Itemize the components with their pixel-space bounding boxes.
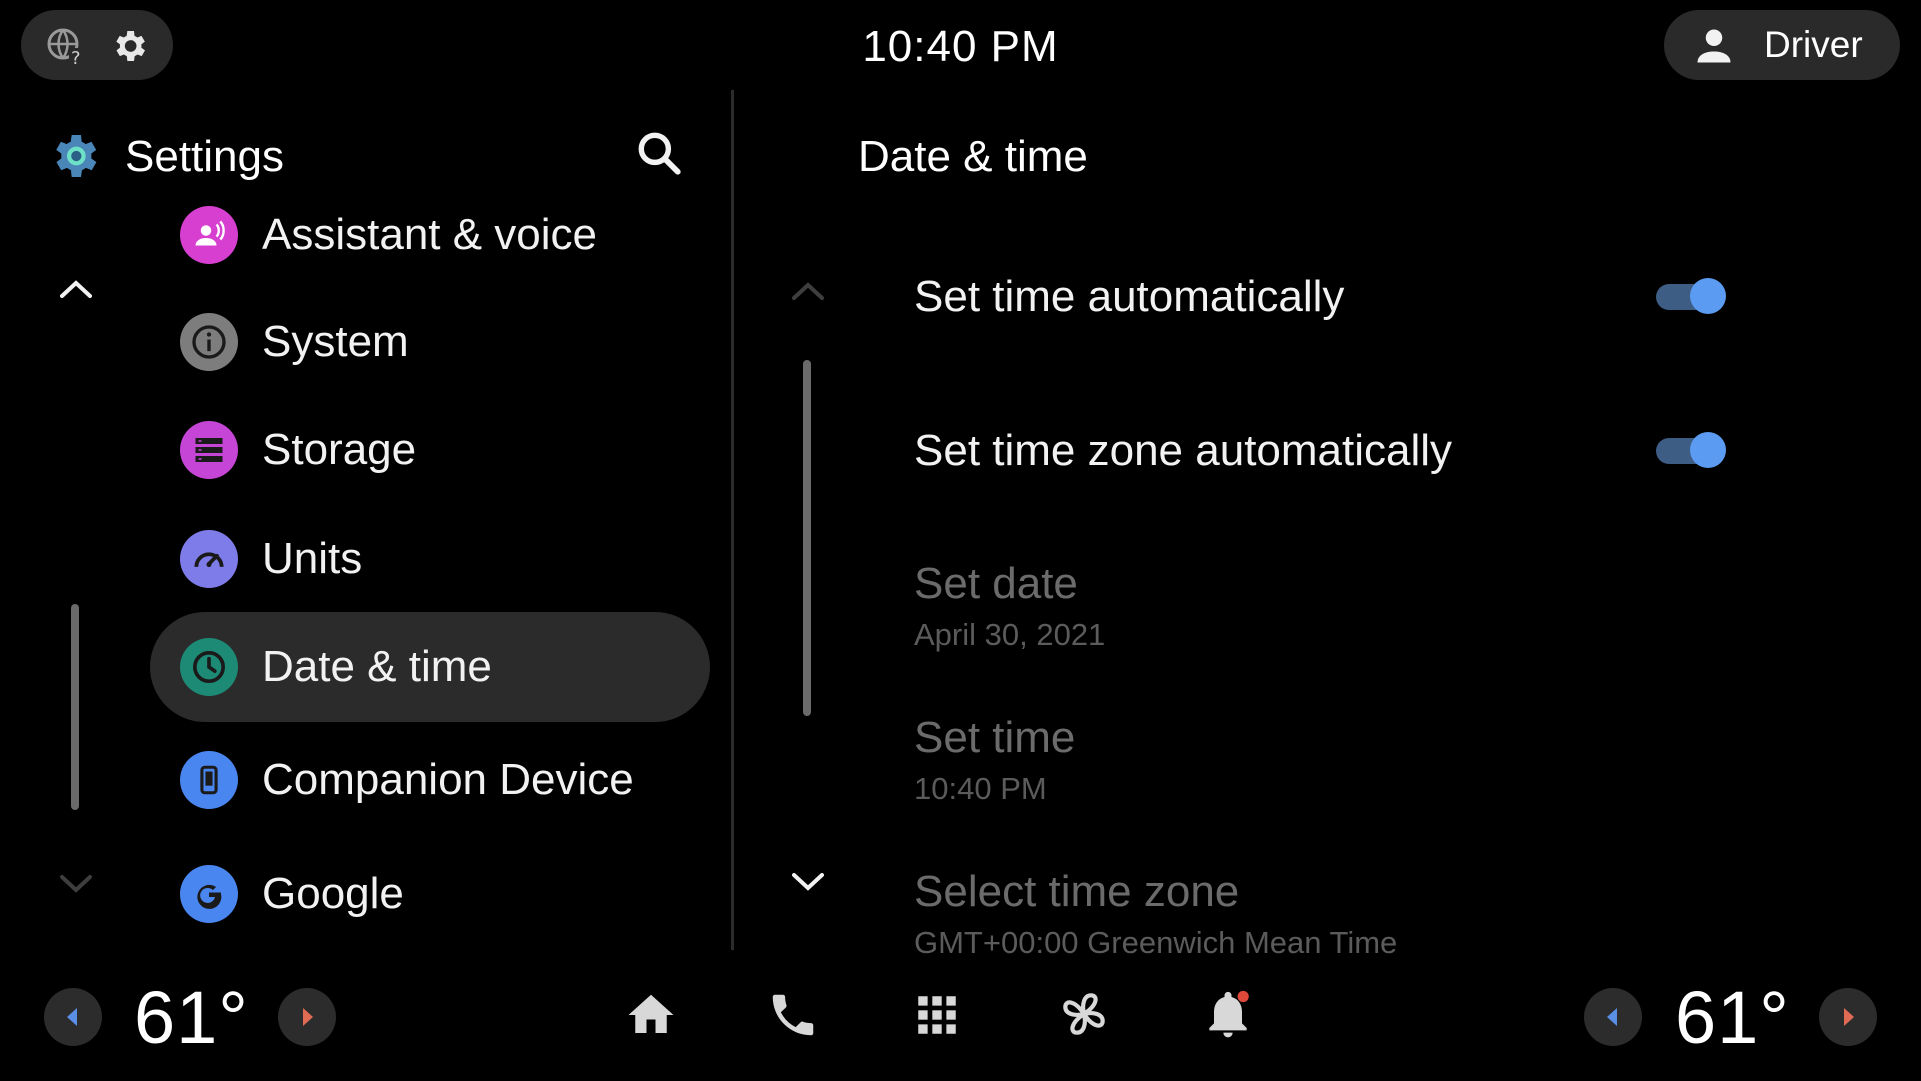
pref-title: Set time <box>914 713 1076 762</box>
right-temp-up-button[interactable] <box>1819 988 1877 1046</box>
arrow-right-icon <box>303 1008 313 1026</box>
clock-icon <box>180 638 238 696</box>
left-temperature: 61° <box>134 976 249 1059</box>
pref-summary: 10:40 PM <box>914 771 1047 806</box>
settings-scrollbar[interactable] <box>71 604 79 810</box>
left-temp-up-button[interactable] <box>278 988 336 1046</box>
person-icon <box>1692 24 1736 68</box>
pref-summary: GMT+00:00 Greenwich Mean Time <box>914 925 1398 960</box>
pref-set-time-zone-automatically[interactable]: Set time zone automatically <box>914 426 1452 476</box>
search-icon[interactable] <box>634 128 684 178</box>
pref-set-time: Set time 10:40 PM <box>914 713 1075 807</box>
pane-divider <box>731 90 734 950</box>
arrow-right-icon <box>1844 1008 1854 1026</box>
settings-item-label: System <box>262 317 409 366</box>
toggle-knob <box>1690 278 1726 314</box>
detail-scroll-down-icon[interactable] <box>788 866 828 896</box>
set-time-auto-toggle[interactable] <box>1656 278 1726 314</box>
phone-device-icon <box>180 751 238 809</box>
settings-item-label: Units <box>262 534 363 583</box>
info-icon <box>180 313 238 371</box>
google-icon <box>180 865 238 923</box>
settings-item-label: Companion Device <box>262 755 634 804</box>
settings-item-google[interactable]: Google <box>150 844 710 944</box>
pref-title: Select time zone <box>914 867 1240 916</box>
pref-title: Set time zone automatically <box>914 426 1453 475</box>
settings-app-icon <box>46 128 102 184</box>
scroll-up-icon[interactable] <box>56 274 96 304</box>
pref-set-time-automatically[interactable]: Set time automatically <box>914 272 1344 322</box>
settings-item-date-time[interactable]: Date & time <box>150 612 710 722</box>
phone-icon[interactable] <box>766 988 820 1042</box>
right-temperature: 61° <box>1675 976 1790 1059</box>
scroll-down-icon[interactable] <box>56 868 96 898</box>
settings-item-companion-device[interactable]: Companion Device <box>150 730 710 830</box>
settings-item-assistant-voice[interactable]: Assistant & voice <box>150 185 710 285</box>
storage-icon <box>180 421 238 479</box>
settings-item-label: Google <box>262 869 404 918</box>
toggle-knob <box>1690 432 1726 468</box>
notification-bell-icon[interactable] <box>1200 986 1256 1042</box>
settings-item-storage[interactable]: Storage <box>150 400 710 500</box>
pref-set-date: Set date April 30, 2021 <box>914 559 1105 653</box>
set-time-zone-auto-toggle[interactable] <box>1656 432 1726 468</box>
fan-icon[interactable] <box>1056 986 1112 1042</box>
settings-item-label: Assistant & voice <box>262 210 598 259</box>
arrow-left-icon <box>1607 1008 1617 1026</box>
detail-scroll-up-icon[interactable] <box>788 276 828 306</box>
assistant-voice-icon <box>180 206 238 264</box>
settings-item-label: Date & time <box>262 642 492 691</box>
pref-title: Set date <box>914 559 1078 608</box>
user-profile-button[interactable]: Driver <box>1664 10 1900 80</box>
settings-title: Settings <box>125 132 284 181</box>
speedometer-icon <box>180 530 238 588</box>
settings-item-system[interactable]: System <box>150 292 710 392</box>
detail-scrollbar[interactable] <box>803 360 811 716</box>
settings-item-units[interactable]: Units <box>150 509 710 609</box>
settings-item-label: Storage <box>262 425 417 474</box>
user-name: Driver <box>1764 24 1863 65</box>
pref-select-time-zone: Select time zone GMT+00:00 Greenwich Mea… <box>914 867 1397 961</box>
arrow-left-icon <box>67 1008 77 1026</box>
right-temp-down-button[interactable] <box>1584 988 1642 1046</box>
app-grid-icon[interactable] <box>912 990 962 1040</box>
pref-summary: April 30, 2021 <box>914 617 1106 652</box>
pref-title: Set time automatically <box>914 272 1345 321</box>
page-title: Date & time <box>858 132 1088 181</box>
left-temp-down-button[interactable] <box>44 988 102 1046</box>
status-clock: 10:40 PM <box>862 22 1059 71</box>
home-icon[interactable] <box>624 988 678 1042</box>
